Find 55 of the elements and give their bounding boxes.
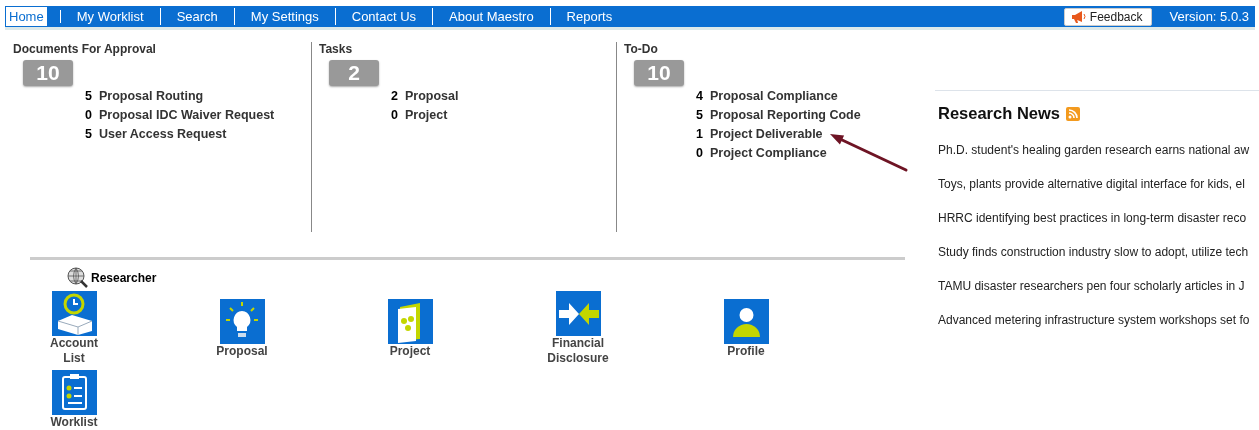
news-link[interactable]: HRRC identifying best practices in long-term disaster reco: [938, 211, 1259, 225]
app-label[interactable]: Profile: [727, 343, 765, 359]
feedback-button[interactable]: Feedback: [1063, 7, 1152, 26]
item-count: 5: [85, 88, 92, 105]
app-label[interactable]: Worklist: [50, 415, 98, 430]
item-link[interactable]: Proposal: [405, 87, 459, 106]
megaphone-icon: [1070, 9, 1087, 24]
news-link[interactable]: Study finds construction industry slow to adopt, utilize tech: [938, 245, 1259, 259]
app-icon[interactable]: [51, 291, 97, 336]
news-link[interactable]: Ph.D. student's healing garden research earns national aw: [938, 143, 1259, 157]
count-badge: 10: [634, 60, 684, 86]
app-label[interactable]: Account List: [50, 336, 98, 366]
news-link[interactable]: Toys, plants provide alternative digital interface for kids, el: [938, 177, 1259, 191]
count-badge: 10: [23, 60, 73, 86]
app-label[interactable]: Financial Disclosure: [547, 336, 609, 366]
item-link[interactable]: Proposal Reporting Code: [710, 106, 861, 125]
item-count: 5: [696, 107, 703, 124]
nav-tab[interactable]: Search: [160, 8, 235, 25]
section-heading: Documents For Approval: [13, 42, 157, 56]
news-link[interactable]: Advanced metering infrastructure system workshops set fo: [938, 313, 1259, 327]
count-badge: 2: [329, 60, 379, 86]
item-link[interactable]: Project Compliance: [710, 144, 827, 163]
section-heading: Researcher: [91, 271, 157, 285]
item-link[interactable]: Proposal Routing: [99, 87, 204, 106]
globe-search-icon: [67, 267, 89, 289]
app-icon[interactable]: [723, 298, 769, 344]
item-link[interactable]: Project Deliverable: [710, 125, 823, 144]
item-count: 0: [696, 145, 703, 162]
item-count: 4: [696, 88, 703, 105]
nav-tab[interactable]: Contact Us: [335, 8, 434, 25]
item-count: 0: [85, 107, 92, 124]
section-heading: Tasks: [319, 42, 354, 56]
nav-tab[interactable]: About Maestro: [433, 8, 551, 25]
nav-tab[interactable]: My Worklist: [60, 8, 161, 25]
app-icon[interactable]: [219, 298, 265, 344]
item-link[interactable]: User Access Request: [99, 125, 227, 144]
item-count: 2: [391, 88, 398, 105]
item-count: 5: [85, 126, 92, 143]
app-icon[interactable]: [555, 291, 601, 336]
section-heading: To-Do: [624, 42, 659, 56]
item-count: 1: [696, 126, 703, 143]
app-label[interactable]: Proposal: [216, 343, 268, 359]
app-icon[interactable]: [387, 298, 433, 344]
item-count: 0: [391, 107, 398, 124]
item-link[interactable]: Project: [405, 106, 448, 125]
nav-tab[interactable]: Reports: [550, 8, 629, 25]
item-link[interactable]: Proposal IDC Waiver Request: [99, 106, 275, 125]
news-link[interactable]: TAMU disaster researchers pen four scholarly articles in J: [938, 279, 1259, 293]
item-link[interactable]: Proposal Compliance: [710, 87, 838, 106]
app-label[interactable]: Project: [389, 343, 431, 359]
version-label: Version: 5.0.3: [1169, 9, 1249, 24]
news-heading: Research News: [938, 104, 1060, 123]
nav-tab[interactable]: Home: [6, 7, 47, 26]
app-icon[interactable]: [51, 370, 97, 415]
nav-tab[interactable]: My Settings: [234, 8, 336, 25]
